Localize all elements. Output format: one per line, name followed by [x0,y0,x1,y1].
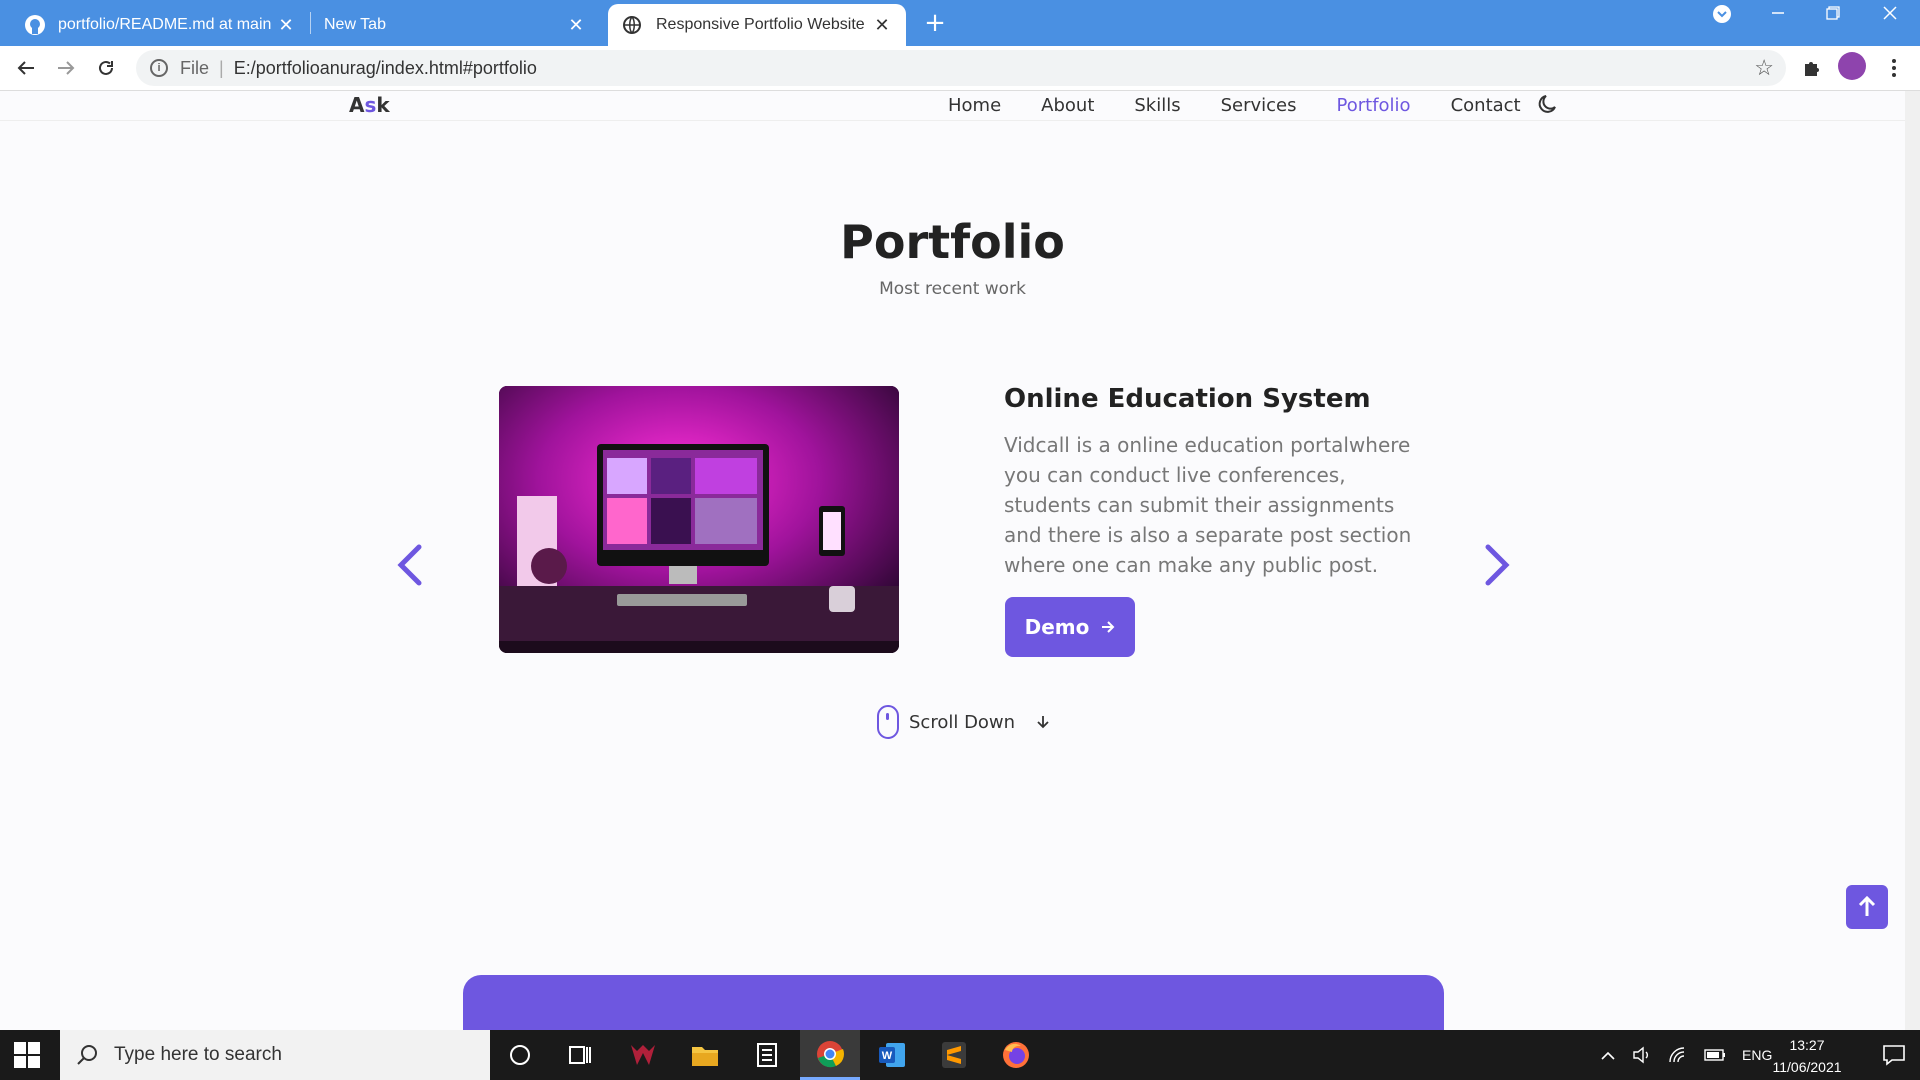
windows-taskbar: Type here to search W ENG 13:27 11/06/20… [0,1030,1920,1080]
restore-icon[interactable] [1813,4,1853,25]
project-title: Online Education System [1004,384,1371,414]
profile-avatar[interactable] [1838,52,1866,80]
tab-title: New Tab [324,16,386,33]
show-hidden-icons-chevron-icon[interactable] [1600,1049,1616,1061]
battery-icon[interactable] [1704,1048,1726,1062]
clock-time: 13:27 [1789,1037,1825,1053]
arrow-down-icon [1037,716,1049,729]
page-scrollbar[interactable] [1905,91,1920,1030]
address-separator: | [219,57,224,78]
carousel-next-arrow-icon[interactable] [1482,543,1512,587]
svg-text:W: W [882,1050,893,1062]
site-nav: Home About Skills Services Portfolio Con… [948,95,1521,116]
dark-mode-moon-icon[interactable] [1537,93,1559,115]
system-tray: ENG [1600,1030,1772,1080]
file-explorer-icon[interactable] [675,1030,735,1080]
demo-button[interactable]: Demo [1005,597,1135,657]
section-subtitle: Most recent work [879,279,1026,299]
scroll-down-link[interactable]: Scroll Down [877,705,1051,739]
wifi-icon[interactable] [1668,1046,1688,1064]
project-image [499,386,899,653]
section-title: Portfolio [840,215,1065,269]
minimize-icon[interactable] [1758,4,1798,25]
tab-new-tab[interactable]: New Tab ✕ [310,4,600,46]
arrow-right-icon [1102,621,1115,633]
tab-search-icon[interactable] [1702,4,1742,29]
word-icon[interactable]: W [862,1030,922,1080]
site-logo[interactable]: Ask [349,93,390,117]
nav-contact[interactable]: Contact [1451,95,1521,116]
mouse-icon [877,705,899,739]
task-view-icon[interactable] [550,1030,610,1080]
logo-text-start: A [349,93,365,117]
address-scheme: File [180,57,210,78]
nav-skills[interactable]: Skills [1134,95,1180,116]
nav-about[interactable]: About [1041,95,1094,116]
tab-title: portfolio/README.md at main · / [58,16,276,33]
forward-icon[interactable] [52,54,80,82]
next-section-banner [463,975,1444,1035]
taskbar-search-box[interactable]: Type here to search [60,1030,490,1080]
chrome-taskbar-icon[interactable] [800,1030,860,1080]
close-window-icon[interactable] [1870,4,1910,25]
browser-tab-bar: portfolio/README.md at main · / ✕ New Ta… [0,0,1920,46]
website-viewport: Ask Home About Skills Services Portfolio… [0,91,1905,1035]
cortana-icon[interactable] [490,1030,550,1080]
search-icon [77,1045,97,1065]
notes-app-icon[interactable] [737,1030,797,1080]
address-url[interactable]: E:/portfolioanurag/index.html#portfolio [234,58,537,79]
arrow-up-icon [1858,895,1876,916]
sublime-text-icon[interactable] [924,1030,984,1080]
notifications-icon[interactable] [1864,1030,1920,1080]
demo-button-label: Demo [1024,615,1090,639]
predator-sense-icon[interactable] [613,1030,673,1080]
menu-kebab-icon[interactable] [1880,54,1908,82]
globe-icon [623,16,641,34]
scroll-down-label: Scroll Down [909,711,1016,733]
site-header: Ask Home About Skills Services Portfolio… [0,91,1905,121]
nav-services[interactable]: Services [1221,95,1297,116]
windows-start-icon[interactable] [14,1042,40,1068]
search-placeholder: Type here to search [114,1044,282,1065]
volume-icon[interactable] [1632,1046,1652,1064]
clock-date: 11/06/2021 [1772,1059,1842,1075]
taskbar-clock[interactable]: 13:27 11/06/2021 [1752,1034,1862,1078]
address-bar[interactable]: i File | E:/portfolioanurag/index.html#p… [136,50,1786,86]
scroll-to-top-button[interactable] [1846,885,1888,929]
carousel-prev-arrow-icon[interactable] [395,543,425,587]
browser-toolbar: i File | E:/portfolioanurag/index.html#p… [0,46,1920,91]
logo-text-end: k [376,93,390,117]
tab-title: Responsive Portfolio Website [656,16,865,33]
info-icon[interactable]: i [150,59,168,77]
reload-icon[interactable] [92,54,120,82]
nav-portfolio[interactable]: Portfolio [1337,95,1411,116]
nav-home[interactable]: Home [948,95,1001,116]
extensions-puzzle-icon[interactable] [1798,54,1826,82]
new-tab-button[interactable]: + [920,8,950,38]
tab-github-readme[interactable]: portfolio/README.md at main · / ✕ [10,4,310,46]
back-icon[interactable] [12,54,40,82]
tab-close-icon[interactable]: ✕ [276,15,296,36]
tab-close-icon[interactable]: ✕ [872,15,892,36]
bookmark-star-icon[interactable]: ☆ [1754,55,1774,81]
tab-portfolio-active[interactable]: Responsive Portfolio Website ✕ [608,4,906,46]
tab-close-icon[interactable]: ✕ [566,15,586,36]
project-description: Vidcall is a online education portalwher… [1004,433,1412,577]
github-icon [25,15,45,35]
firefox-icon[interactable] [986,1030,1046,1080]
logo-text-accent: s [364,93,377,117]
